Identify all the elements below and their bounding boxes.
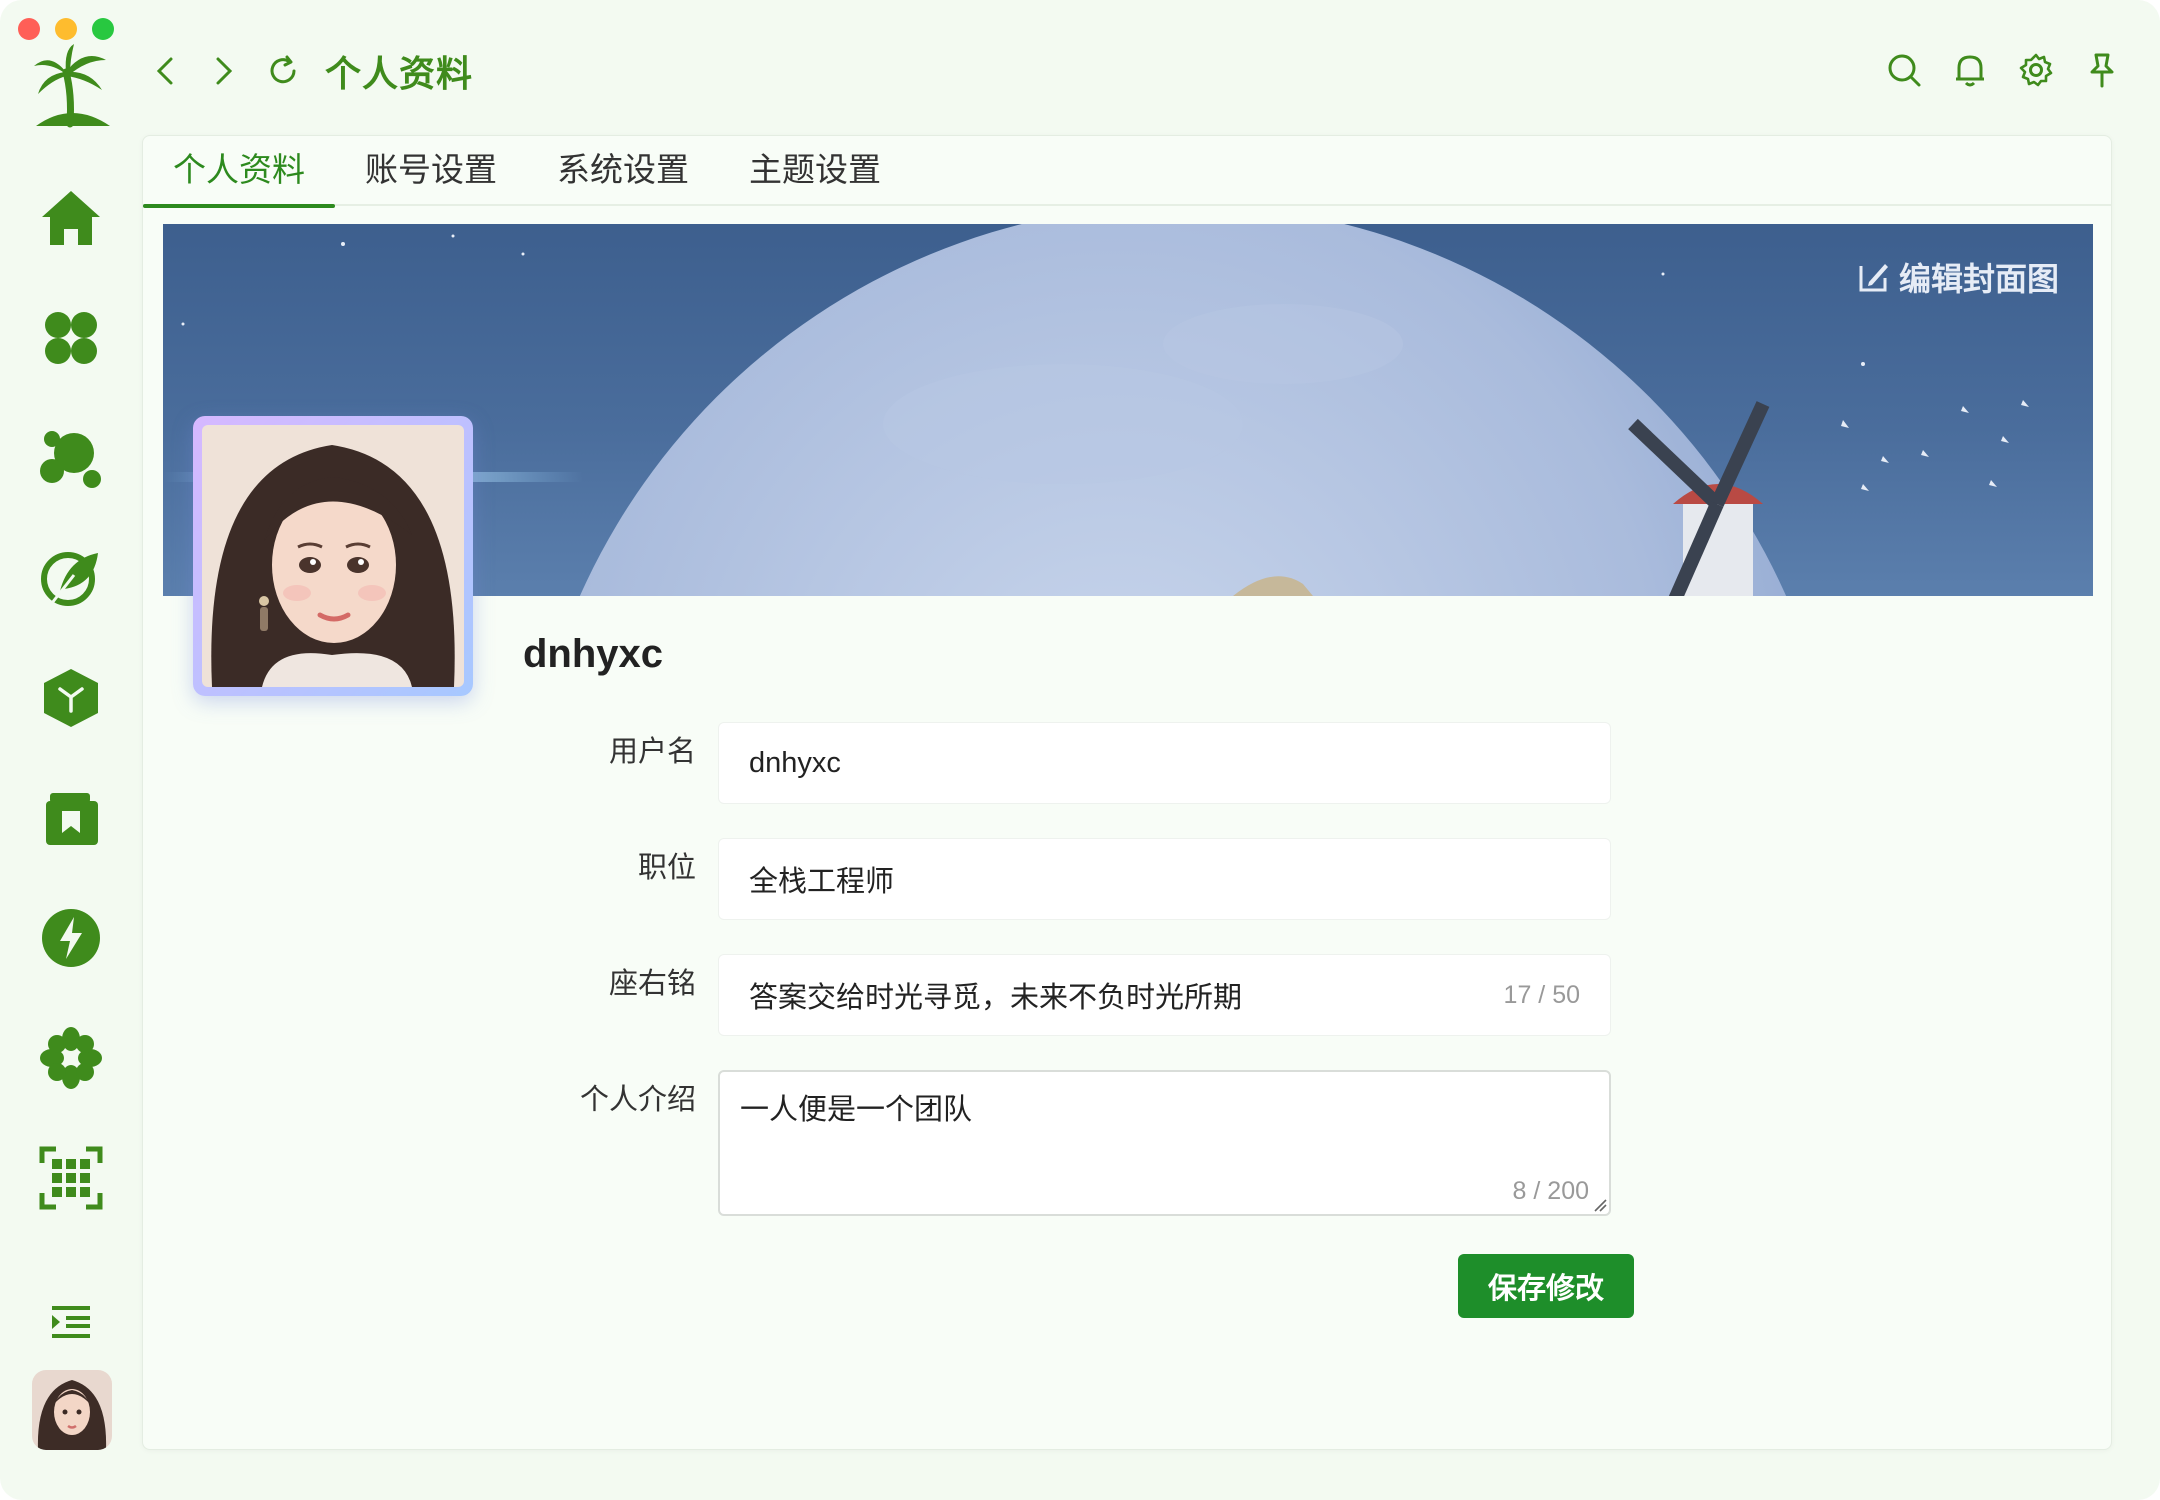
menu-indent-icon[interactable] [48,1302,94,1342]
edit-icon [1859,264,1888,292]
page-title: 个人资料 [325,53,474,94]
profile-avatar[interactable] [193,416,473,696]
chevron-left-icon[interactable] [142,48,188,94]
lightning-icon[interactable] [38,905,104,971]
profile-display-name: dnhyxc [523,632,664,676]
position-value: 全栈工程师 [749,866,895,898]
settings-tabs: 个人资料 账号设置 系统设置 主题设置 [143,136,2111,208]
app-window: 个人资料 个人资料 账号设置 系统设置 主题设置 编辑封面图 dnhyxc 用户… [0,0,2160,1500]
edit-cover-button[interactable]: 编辑封面图 [1857,254,2059,300]
bell-icon[interactable] [1948,48,1992,92]
tab-system-settings[interactable]: 系统设置 [527,136,719,206]
cube-icon[interactable] [38,665,104,731]
user-avatar[interactable] [32,1370,112,1450]
save-button[interactable]: 保存修改 [1458,1254,1634,1318]
tab-account-settings[interactable]: 账号设置 [335,136,527,206]
bookmark-folder-icon[interactable] [38,785,104,851]
tab-profile[interactable]: 个人资料 [143,136,335,208]
clover-icon[interactable] [38,305,104,371]
intro-row: 个人介绍 一人便是一个团队 8 / 200 [443,1070,1783,1216]
username-value: dnhyxc [749,746,841,779]
leaf-icon[interactable] [38,545,104,611]
chevron-right-icon[interactable] [201,48,247,94]
profile-card: 个人资料 账号设置 系统设置 主题设置 编辑封面图 dnhyxc 用户名 dnh… [142,135,2112,1450]
sidebar [0,0,142,1500]
motto-label: 座右铭 [608,968,696,1000]
motto-input[interactable]: 答案交给时光寻觅，未来不负时光所期 17 / 50 [718,954,1611,1036]
topbar-actions [1882,48,2124,92]
position-input[interactable]: 全栈工程师 [718,838,1611,920]
grid-scan-icon[interactable] [38,1145,104,1211]
motto-row: 座右铭 答案交给时光寻觅，未来不负时光所期 17 / 50 [443,954,1783,1036]
intro-value: 一人便是一个团队 [740,1094,973,1126]
motto-value: 答案交给时光寻觅，未来不负时光所期 [749,982,1243,1014]
intro-char-counter: 8 / 200 [1512,1177,1589,1205]
pin-icon[interactable] [2080,48,2124,92]
position-label: 职位 [637,852,696,884]
search-icon[interactable] [1882,48,1926,92]
gear-icon[interactable] [2014,48,2058,92]
flower-icon[interactable] [38,1025,104,1091]
edit-cover-label: 编辑封面图 [1898,261,2059,297]
tab-theme-settings[interactable]: 主题设置 [719,136,911,206]
refresh-icon[interactable] [260,48,306,94]
intro-textarea[interactable]: 一人便是一个团队 8 / 200 [718,1070,1611,1216]
topbar-navigation: 个人资料 [142,48,473,94]
avatar-portrait [202,425,464,687]
palm-logo-icon[interactable] [30,44,114,130]
username-input[interactable]: dnhyxc [718,722,1611,804]
username-label: 用户名 [608,736,696,768]
username-row: 用户名 dnhyxc [443,722,1783,804]
position-row: 职位 全栈工程师 [443,838,1783,920]
resize-handle-icon[interactable] [1593,1198,1607,1212]
home-icon[interactable] [38,185,104,251]
intro-label: 个人介绍 [579,1084,696,1116]
bubbles-icon[interactable] [38,425,104,491]
motto-char-counter: 17 / 50 [1503,980,1580,1009]
